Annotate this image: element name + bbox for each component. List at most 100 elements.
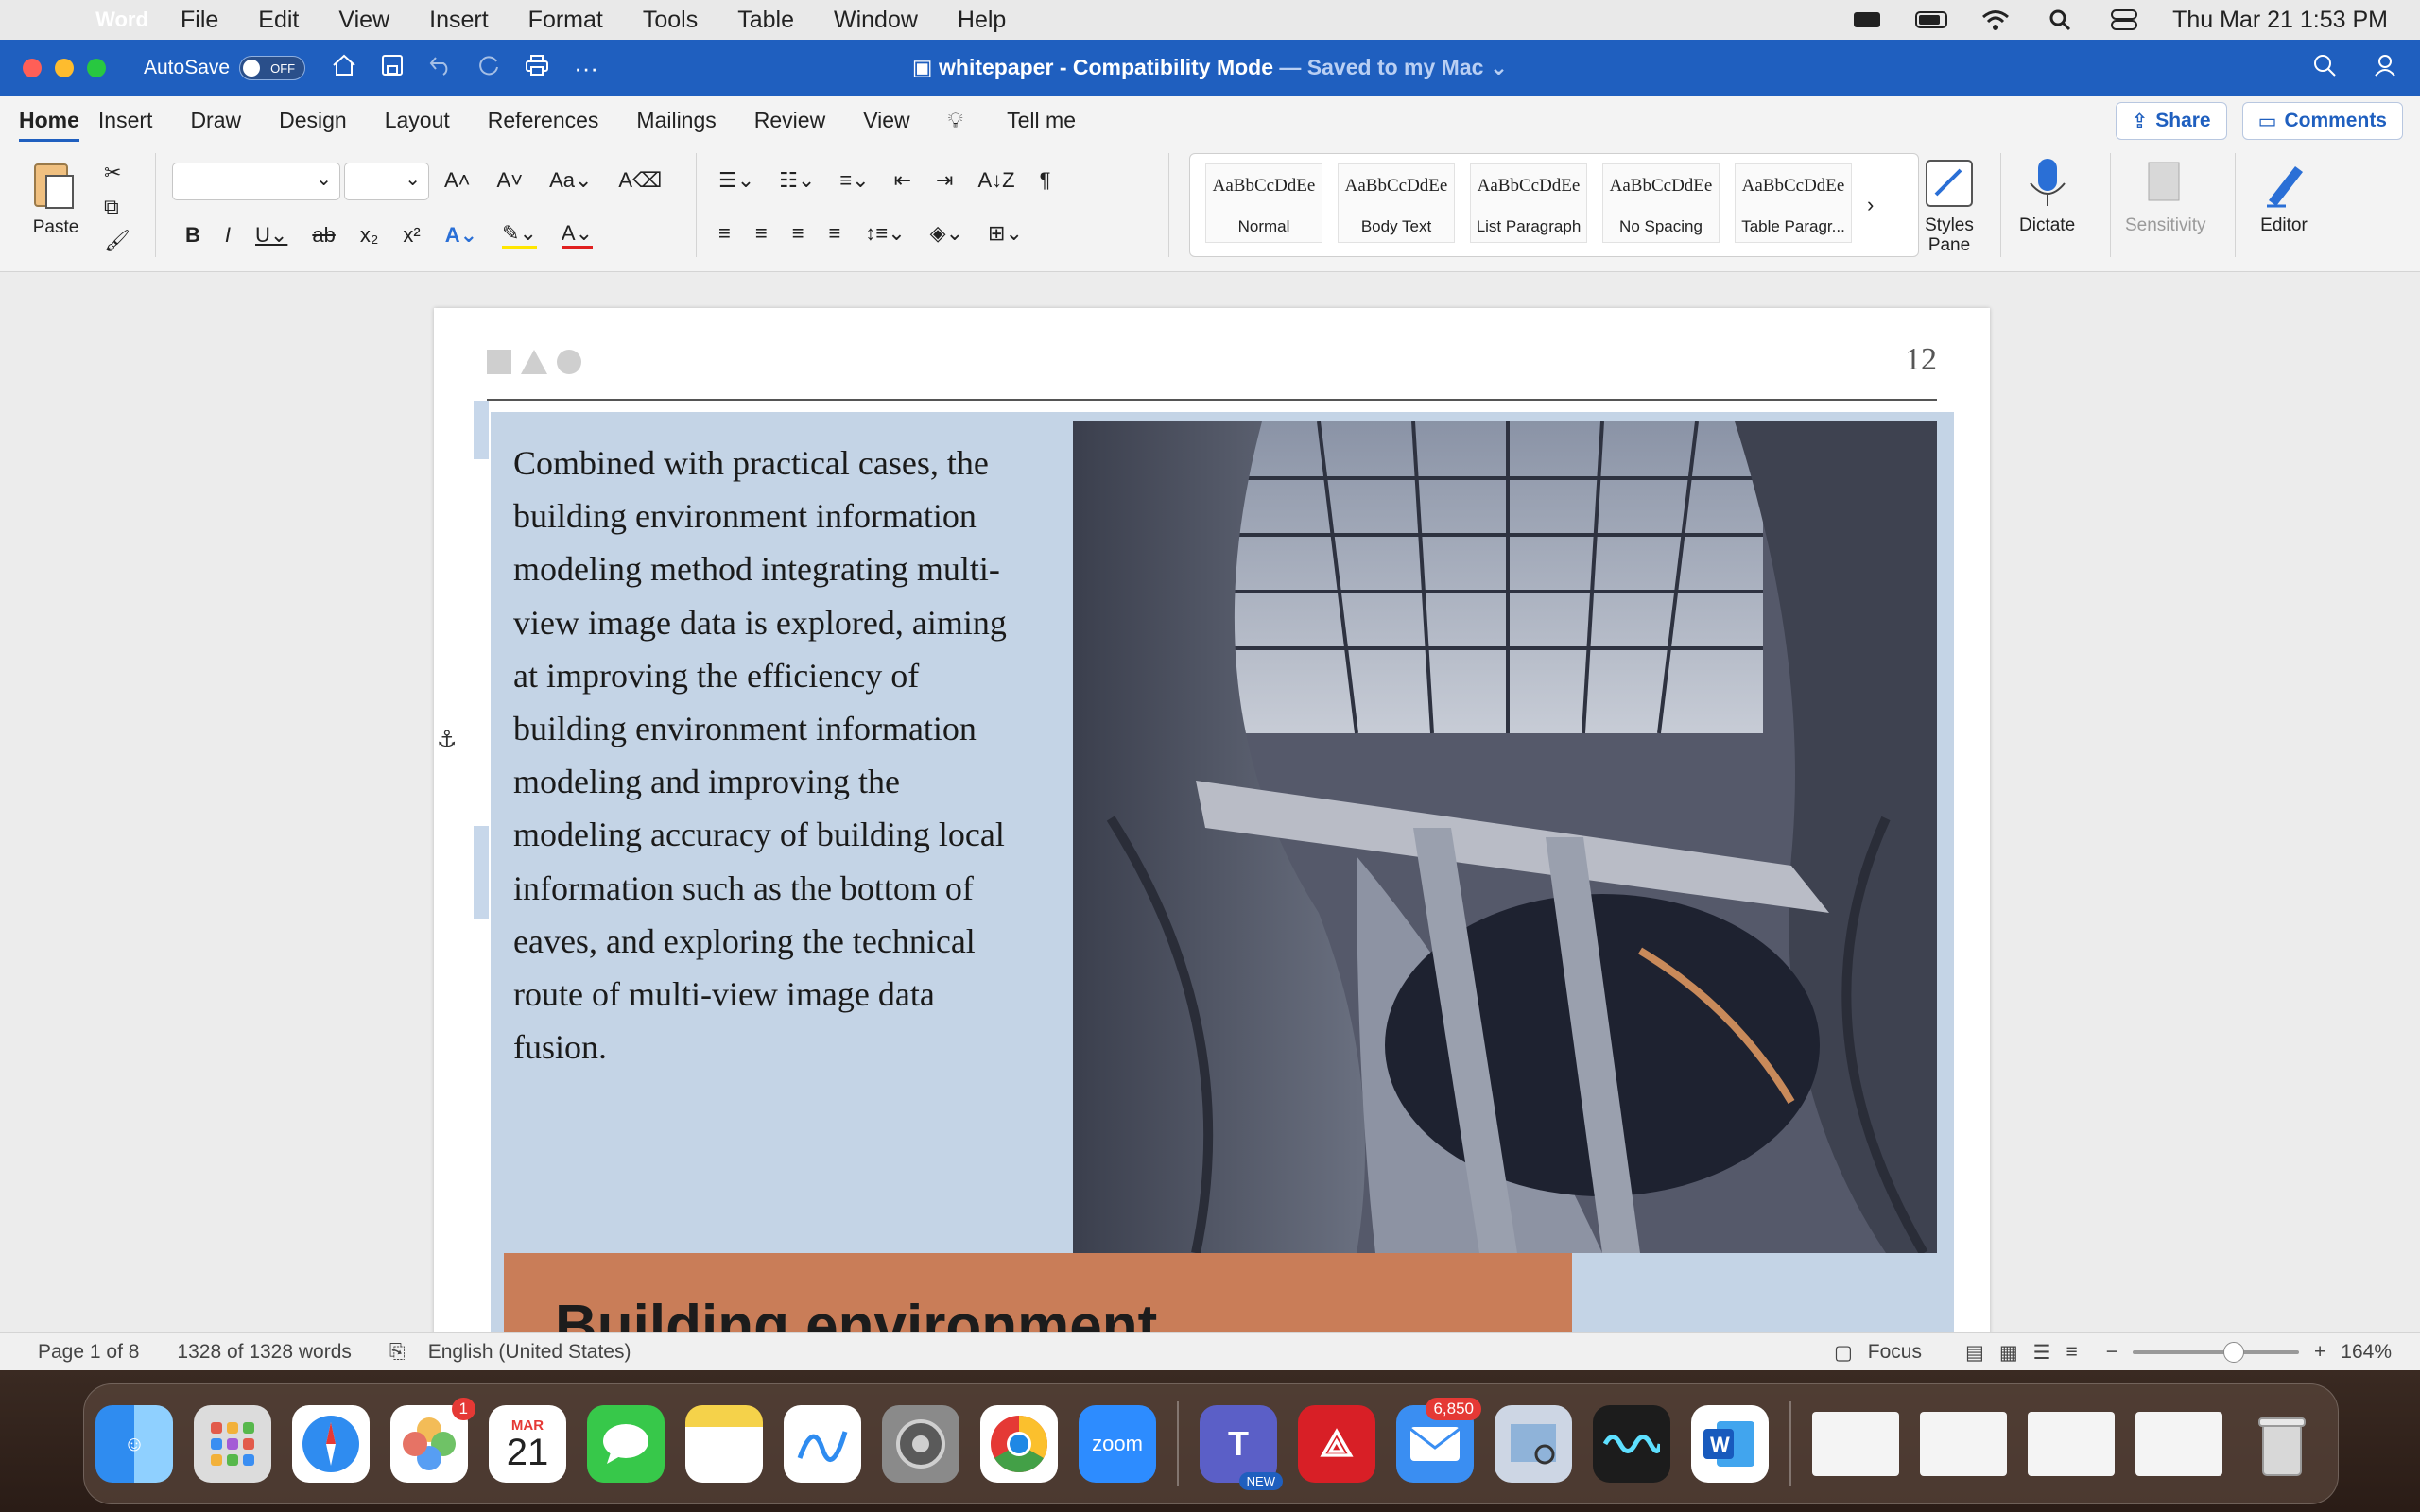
align-right-icon[interactable]: ≡ <box>792 221 804 246</box>
notes-icon[interactable] <box>685 1405 763 1483</box>
language[interactable]: English (United States) <box>428 1341 631 1364</box>
zoom-window-button[interactable] <box>87 59 106 77</box>
tab-references[interactable]: References <box>488 108 618 133</box>
decrease-font-size-icon[interactable]: A˅ <box>497 168 524 193</box>
font-name-select[interactable] <box>172 163 340 200</box>
zoom-app-icon[interactable]: zoom <box>1079 1405 1156 1483</box>
anchor-icon[interactable]: ⚓︎ <box>437 726 458 753</box>
redo-icon[interactable] <box>477 54 500 83</box>
focus-icon[interactable]: ▢ <box>1834 1341 1853 1365</box>
tab-home[interactable]: Home <box>19 108 79 142</box>
chrome-icon[interactable] <box>980 1405 1058 1483</box>
search-icon[interactable] <box>2312 53 2337 84</box>
tab-insert[interactable]: Insert <box>98 108 172 133</box>
tab-layout[interactable]: Layout <box>385 108 469 133</box>
comments-button[interactable]: ▭ Comments <box>2241 102 2403 140</box>
zoom-in-icon[interactable]: + <box>2314 1341 2325 1364</box>
tab-design[interactable]: Design <box>279 108 366 133</box>
body-paragraph[interactable]: Combined with practical cases, the build… <box>513 437 1014 1074</box>
document-canvas[interactable]: 12 Combined with practical cases, the bu… <box>0 272 2420 1332</box>
shading-icon[interactable]: ◈⌄ <box>930 221 963 246</box>
trash-icon[interactable] <box>2243 1405 2321 1483</box>
strikethrough-button[interactable]: ab <box>312 223 335 248</box>
photos-icon[interactable]: 1 <box>390 1398 475 1483</box>
outline-view-icon[interactable]: ☰ <box>2033 1341 2051 1365</box>
tab-view[interactable]: View <box>863 108 928 133</box>
style-body-text[interactable]: AaBbCcDdEe Body Text <box>1338 163 1455 243</box>
sensitivity-button[interactable]: Sensitivity <box>2125 157 2206 236</box>
preview-icon[interactable] <box>1495 1405 1572 1483</box>
minimized-window-thumbnail[interactable] <box>2028 1412 2115 1476</box>
spotlight-search-icon[interactable] <box>2044 8 2076 32</box>
messages-icon[interactable] <box>587 1405 665 1483</box>
underline-button[interactable]: U⌄ <box>255 223 287 248</box>
minimized-window-thumbnail[interactable] <box>1920 1412 2007 1476</box>
format-painter-icon[interactable]: 🖌︎ <box>104 229 130 253</box>
copy-icon[interactable]: ⧉ <box>104 195 130 219</box>
style-table-paragraph[interactable]: AaBbCcDdEe Table Paragr... <box>1735 163 1852 243</box>
focus-label[interactable]: Focus <box>1868 1341 1922 1364</box>
share-button[interactable]: ⇪ Share <box>2115 102 2227 140</box>
zoom-out-icon[interactable]: − <box>2106 1341 2118 1364</box>
font-size-select[interactable] <box>344 163 429 200</box>
show-formatting-icon[interactable]: ¶ <box>1040 168 1051 193</box>
menu-insert[interactable]: Insert <box>409 7 509 34</box>
numbering-icon[interactable]: ☷⌄ <box>779 168 815 193</box>
word-app-icon[interactable]: W <box>1691 1405 1769 1483</box>
change-case-icon[interactable]: Aa⌄ <box>549 168 592 193</box>
minimized-window-thumbnail[interactable] <box>1812 1412 1899 1476</box>
tab-draw[interactable]: Draw <box>190 108 260 133</box>
menu-help[interactable]: Help <box>938 7 1026 34</box>
menu-file[interactable]: File <box>161 7 238 34</box>
more-icon[interactable]: ··· <box>574 54 598 83</box>
dictate-button[interactable]: Dictate <box>2019 157 2075 236</box>
mail-icon[interactable]: 6,850 <box>1396 1398 1481 1483</box>
sort-icon[interactable]: A↓Z <box>977 168 1014 193</box>
system-settings-icon[interactable] <box>882 1405 959 1483</box>
increase-font-size-icon[interactable]: A˄ <box>444 168 471 193</box>
undo-icon[interactable] <box>428 54 453 83</box>
editor-button[interactable]: Editor <box>2257 157 2310 236</box>
styles-pane-button[interactable]: Styles Pane <box>1923 157 1976 255</box>
proofing-icon[interactable]: ⎘ <box>389 1341 406 1364</box>
align-left-icon[interactable]: ≡ <box>718 221 731 246</box>
line-spacing-icon[interactable]: ↕≡⌄ <box>865 221 905 246</box>
bold-button[interactable]: B <box>185 223 200 248</box>
battery-icon[interactable] <box>1915 8 1948 32</box>
launchpad-icon[interactable] <box>194 1405 271 1483</box>
menu-table[interactable]: Table <box>717 7 814 34</box>
menu-format[interactable]: Format <box>509 7 623 34</box>
calendar-icon[interactable]: MAR 21 <box>489 1405 566 1483</box>
clock[interactable]: Thu Mar 21 1:53 PM <box>2172 7 2388 34</box>
align-center-icon[interactable]: ≡ <box>755 221 768 246</box>
highlight-color-icon[interactable]: ✎⌄ <box>502 221 537 249</box>
tab-mailings[interactable]: Mailings <box>636 108 735 133</box>
acrobat-icon[interactable]: ⟁ <box>1298 1405 1375 1483</box>
web-layout-icon[interactable]: ▦ <box>1999 1341 2018 1365</box>
control-center-icon[interactable] <box>2108 8 2140 32</box>
increase-indent-icon[interactable]: ⇥ <box>936 168 953 193</box>
menu-window[interactable]: Window <box>814 7 938 34</box>
autosave-toggle[interactable]: OFF <box>239 56 306 80</box>
minimized-window-thumbnail[interactable] <box>2135 1412 2222 1476</box>
close-window-button[interactable] <box>23 59 42 77</box>
menu-view[interactable]: View <box>319 7 409 34</box>
word-count[interactable]: 1328 of 1328 words <box>177 1341 351 1364</box>
menu-edit[interactable]: Edit <box>238 7 319 34</box>
tab-review[interactable]: Review <box>754 108 844 133</box>
home-icon[interactable] <box>332 54 356 83</box>
account-icon[interactable] <box>2373 53 2397 84</box>
menu-tools[interactable]: Tools <box>623 7 717 34</box>
zoom-level[interactable]: 164% <box>2341 1341 2392 1364</box>
document-page[interactable]: 12 Combined with practical cases, the bu… <box>434 308 1990 1332</box>
tell-me[interactable]: 💡︎ Tell me <box>948 108 1132 133</box>
decrease-indent-icon[interactable]: ⇤ <box>894 168 911 193</box>
keyboard-icon[interactable] <box>1851 8 1883 32</box>
zoom-slider[interactable] <box>2133 1342 2300 1363</box>
multilevel-list-icon[interactable]: ≡⌄ <box>839 168 869 193</box>
justify-icon[interactable]: ≡ <box>829 221 841 246</box>
zoom-slider-thumb[interactable] <box>2223 1342 2245 1363</box>
finder-icon[interactable]: ☺ <box>95 1405 173 1483</box>
wave-app-icon[interactable] <box>1593 1405 1670 1483</box>
subscript-button[interactable]: x₂ <box>360 223 379 248</box>
